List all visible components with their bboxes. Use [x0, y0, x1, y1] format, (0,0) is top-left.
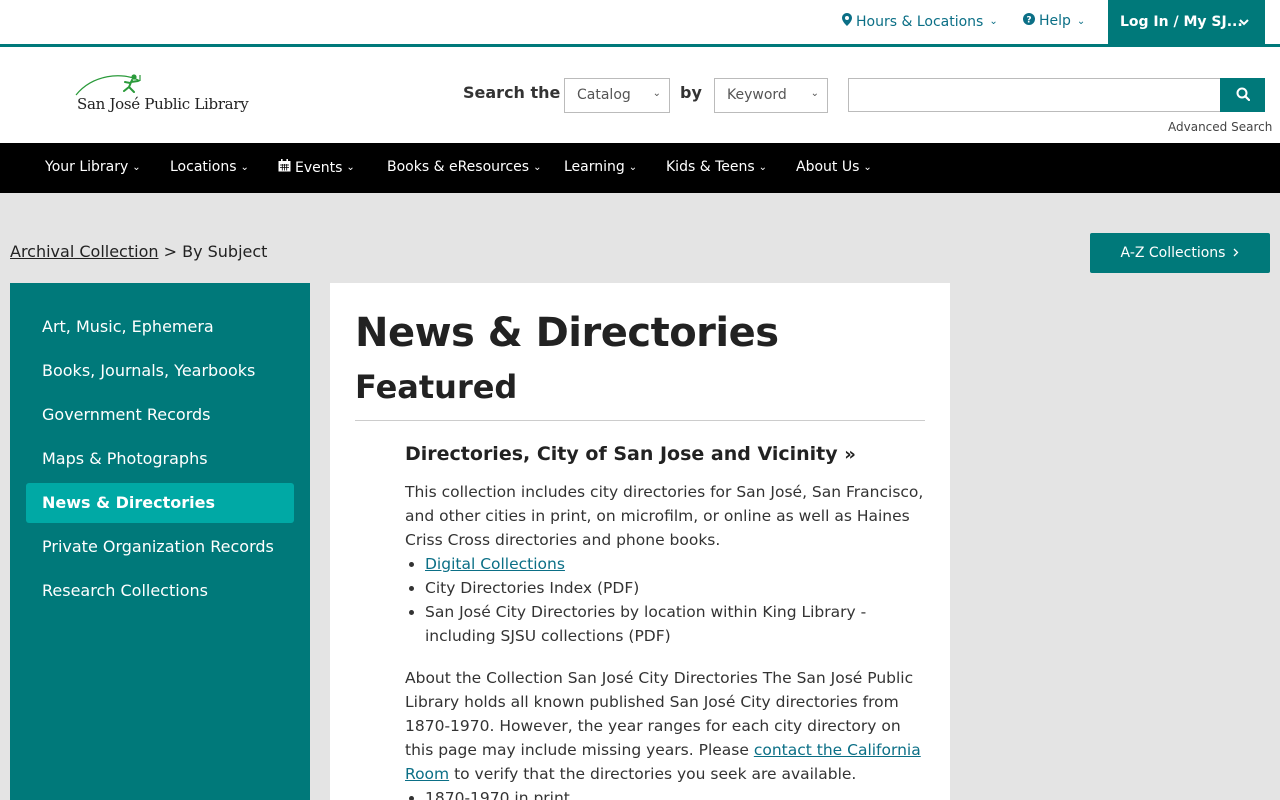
chevron-down-icon: ⌄ — [810, 88, 819, 99]
search-button[interactable] — [1220, 78, 1265, 112]
resource-list: Digital Collections City Directories Ind… — [425, 552, 925, 648]
search-by-label: by — [680, 83, 702, 102]
svg-text:?: ? — [1026, 16, 1031, 26]
directories-by-location-link[interactable]: San José City Directories by location wi… — [425, 603, 866, 645]
login-label: Log In / My SJ... — [1120, 14, 1243, 30]
chevron-down-icon: ⌄ — [240, 161, 249, 173]
list-item[interactable]: City Directories Index (PDF) — [425, 576, 925, 600]
search-label: Search the — [463, 83, 561, 102]
nav-label: About Us — [796, 159, 860, 175]
list-item: Digital Collections — [425, 552, 925, 576]
map-marker-icon — [842, 13, 852, 30]
digital-collections-link[interactable]: Digital Collections — [425, 555, 565, 573]
logo-text: San José Public Library — [77, 95, 249, 113]
list-item[interactable]: San José City Directories by location wi… — [425, 600, 925, 648]
sidebar-item-private-organization-records[interactable]: Private Organization Records — [26, 527, 294, 567]
library-logo[interactable]: San José Public Library — [72, 73, 249, 119]
nav-locations[interactable]: Locations ⌄ — [170, 159, 249, 175]
chevron-right-icon — [1233, 245, 1239, 261]
nav-about-us[interactable]: About Us ⌄ — [796, 159, 872, 175]
search-input[interactable] — [848, 78, 1221, 112]
nav-label: Events — [295, 159, 343, 176]
nav-label: Your Library — [45, 159, 129, 175]
chevron-down-icon: ⌄ — [758, 161, 768, 173]
chevron-down-icon: ⌄ — [863, 161, 872, 173]
login-button[interactable]: Log In / My SJ... — [1108, 0, 1265, 44]
sidebar-item-maps-photographs[interactable]: Maps & Photographs — [26, 439, 294, 479]
breadcrumb-separator: > — [163, 242, 177, 261]
advanced-search-link[interactable]: Advanced Search — [1168, 120, 1272, 134]
chevron-down-icon: ⌄ — [346, 162, 355, 173]
help-menu[interactable]: ? Help ⌄ — [1023, 13, 1085, 29]
chevron-down-icon: ⌄ — [132, 161, 141, 173]
search-type-select[interactable]: Keyword ⌄ — [714, 78, 828, 113]
search-scope-value: Catalog — [577, 87, 631, 103]
featured-section: Directories, City of San Jose and Vicini… — [355, 441, 925, 800]
breadcrumb-archival-collection[interactable]: Archival Collection — [10, 242, 159, 261]
city-directories-index-link[interactable]: City Directories Index (PDF) — [425, 579, 639, 597]
site-header: San José Public Library Search the Catal… — [0, 47, 1280, 143]
calendar-icon — [278, 159, 291, 176]
nav-label: Kids & Teens — [666, 159, 755, 175]
az-collections-button[interactable]: A-Z Collections — [1090, 233, 1270, 273]
sidebar-item-research-collections[interactable]: Research Collections — [26, 571, 294, 611]
search-icon — [1236, 86, 1250, 105]
chevron-down-icon: ⌄ — [1076, 15, 1086, 27]
nav-learning[interactable]: Learning ⌄ — [564, 159, 637, 175]
about-collection-text: About the Collection San José City Direc… — [405, 666, 925, 786]
hours-locations-label: Hours & Locations — [856, 13, 984, 30]
section-title-text: Directories, City of San Jose and Vicini… — [405, 443, 838, 465]
section-description: This collection includes city directorie… — [405, 483, 924, 549]
nav-events[interactable]: Events ⌄ — [278, 159, 355, 176]
search-type-value: Keyword — [727, 87, 787, 103]
search-scope-select[interactable]: Catalog ⌄ — [564, 78, 670, 113]
chevron-down-icon: ⌄ — [652, 88, 661, 99]
chevron-down-icon: ⌄ — [533, 161, 542, 173]
section-title-link[interactable]: Directories, City of San Jose and Vicini… — [405, 441, 925, 468]
hours-locations-menu[interactable]: Hours & Locations ⌄ — [842, 13, 998, 30]
featured-heading: Featured — [355, 367, 925, 421]
nav-books-eresources[interactable]: Books & eResources ⌄ — [387, 159, 541, 175]
question-circle-icon: ? — [1023, 13, 1035, 29]
breadcrumb: Archival Collection > By Subject — [10, 242, 267, 261]
double-chevron-right-icon: » — [844, 444, 856, 465]
sidebar-item-books-journals-yearbooks[interactable]: Books, Journals, Yearbooks — [26, 351, 294, 391]
list-item: 1870-1970 in print — [425, 786, 925, 800]
sidebar-item-art-music-ephemera[interactable]: Art, Music, Ephemera — [26, 307, 294, 347]
nav-label: Learning — [564, 159, 625, 175]
page-title: News & Directories — [355, 310, 779, 356]
chevron-down-icon: ⌄ — [989, 16, 998, 27]
sidebar-item-news-directories[interactable]: News & Directories — [26, 483, 294, 523]
nav-label: Books & eResources — [387, 159, 530, 175]
nav-label: Locations — [170, 159, 237, 175]
about-text-part-2: to verify that the directories you seek … — [449, 765, 857, 783]
breadcrumb-current: By Subject — [182, 242, 268, 261]
help-label: Help — [1039, 13, 1071, 29]
chevron-down-icon: ⌄ — [628, 161, 638, 173]
holdings-list: 1870-1970 in print — [425, 786, 925, 800]
chevron-down-icon — [1239, 15, 1249, 29]
main-content: News & Directories Featured Directories,… — [330, 283, 950, 800]
nav-your-library[interactable]: Your Library ⌄ — [45, 159, 141, 175]
subject-sidebar: Art, Music, Ephemera Books, Journals, Ye… — [10, 283, 310, 800]
main-navigation: Your Library ⌄ Locations ⌄ Events ⌄ Book… — [0, 143, 1280, 193]
az-collections-label: A-Z Collections — [1120, 245, 1226, 261]
utility-bar: Hours & Locations ⌄ ? Help ⌄ Log In / My… — [0, 0, 1280, 47]
sidebar-item-government-records[interactable]: Government Records — [26, 395, 294, 435]
nav-kids-teens[interactable]: Kids & Teens ⌄ — [666, 159, 767, 175]
